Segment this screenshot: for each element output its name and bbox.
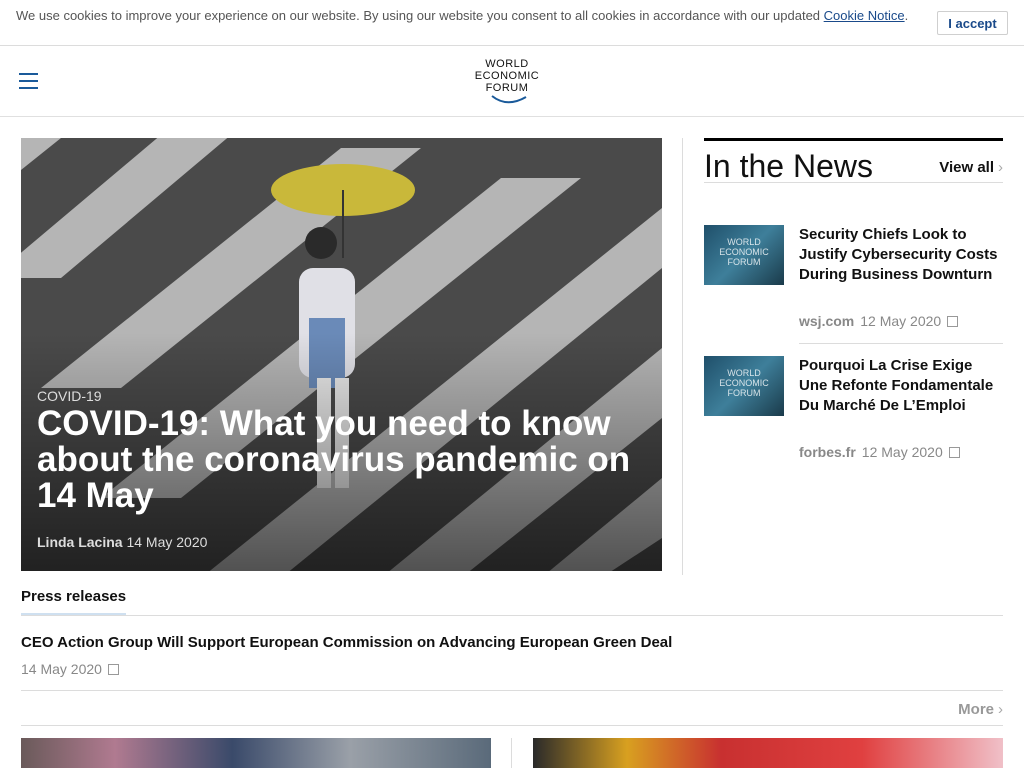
thumb-logo-line-2: ECONOMIC	[719, 247, 769, 257]
hero-date: 14 May 2020	[126, 534, 208, 550]
section-divider	[704, 182, 1003, 183]
news-source: wsj.com	[799, 313, 855, 329]
article-thumbnail-street[interactable]	[533, 738, 1003, 768]
accept-cookies-button[interactable]: I accept	[937, 11, 1008, 35]
view-all-link[interactable]: View all ›	[939, 159, 1003, 176]
press-release-date: 14 May 2020	[21, 661, 102, 677]
cookie-banner: We use cookies to improve your experienc…	[0, 0, 1024, 46]
wef-logo[interactable]: WORLD ECONOMIC FORUM	[464, 58, 550, 108]
news-source: forbes.fr	[799, 444, 856, 460]
section-top-rule	[704, 138, 1003, 141]
more-label: More	[958, 701, 994, 718]
hero-author[interactable]: Linda Lacina	[37, 534, 123, 550]
news-date: 12 May 2020	[861, 444, 943, 460]
thumb-logo-line-3: FORUM	[727, 388, 761, 398]
cookie-text-end: .	[904, 8, 909, 23]
chevron-right-icon: ›	[998, 159, 1003, 176]
chevron-right-icon: ›	[998, 701, 1003, 718]
news-item-divider	[799, 343, 1003, 344]
news-item-meta: forbes.fr 12 May 2020	[799, 444, 960, 460]
article-thumbnail-market[interactable]	[21, 738, 491, 768]
more-link[interactable]: More ›	[958, 701, 1003, 718]
view-all-label: View all	[939, 159, 994, 176]
site-header: WORLD ECONOMIC FORUM	[0, 46, 1024, 117]
news-item-title[interactable]: Pourquoi La Crise Exige Une Refonte Fond…	[799, 356, 1003, 416]
cookie-notice-link[interactable]: Cookie Notice	[824, 8, 905, 23]
more-divider	[21, 725, 1003, 726]
section-heading: In the News	[704, 148, 873, 184]
thumb-logo-line-2: ECONOMIC	[719, 378, 769, 388]
news-item-title[interactable]: Security Chiefs Look to Justify Cybersec…	[799, 225, 1003, 285]
press-release-title[interactable]: CEO Action Group Will Support European C…	[21, 634, 672, 651]
thumb-logo-line-3: FORUM	[727, 257, 761, 267]
hero-title[interactable]: COVID-19: What you need to know about th…	[37, 406, 647, 514]
logo-line-1: WORLD	[485, 58, 529, 70]
news-date: 12 May 2020	[860, 313, 942, 329]
press-releases-heading: Press releases	[21, 588, 127, 616]
external-link-icon	[107, 664, 119, 675]
press-divider	[21, 615, 1003, 616]
press-divider-bottom	[21, 690, 1003, 691]
column-divider-bottom	[511, 738, 512, 768]
thumb-logo-line-1: WORLD	[727, 368, 761, 378]
logo-arc-icon	[491, 95, 527, 104]
thumbnail-logo-text: WORLD ECONOMIC FORUM	[704, 237, 784, 267]
menu-icon[interactable]	[19, 73, 39, 89]
external-link-icon	[947, 316, 959, 327]
cookie-text: We use cookies to improve your experienc…	[16, 8, 824, 23]
news-item-meta: wsj.com 12 May 2020	[799, 313, 959, 329]
press-release-meta: 14 May 2020	[21, 661, 119, 677]
thumbnail-logo-text: WORLD ECONOMIC FORUM	[704, 368, 784, 398]
column-divider	[682, 138, 683, 575]
news-thumbnail[interactable]: WORLD ECONOMIC FORUM	[704, 356, 784, 416]
cookie-message: We use cookies to improve your experienc…	[16, 9, 916, 23]
hero-meta: Linda Lacina 14 May 2020	[37, 534, 207, 550]
thumb-logo-line-1: WORLD	[727, 237, 761, 247]
external-link-icon	[948, 447, 960, 458]
logo-line-2: ECONOMIC	[474, 70, 540, 82]
logo-line-3: FORUM	[485, 82, 529, 94]
hero-topic-tag[interactable]: COVID-19	[37, 388, 102, 404]
news-thumbnail[interactable]: WORLD ECONOMIC FORUM	[704, 225, 784, 285]
hero-article[interactable]: COVID-19 COVID-19: What you need to know…	[21, 138, 662, 571]
